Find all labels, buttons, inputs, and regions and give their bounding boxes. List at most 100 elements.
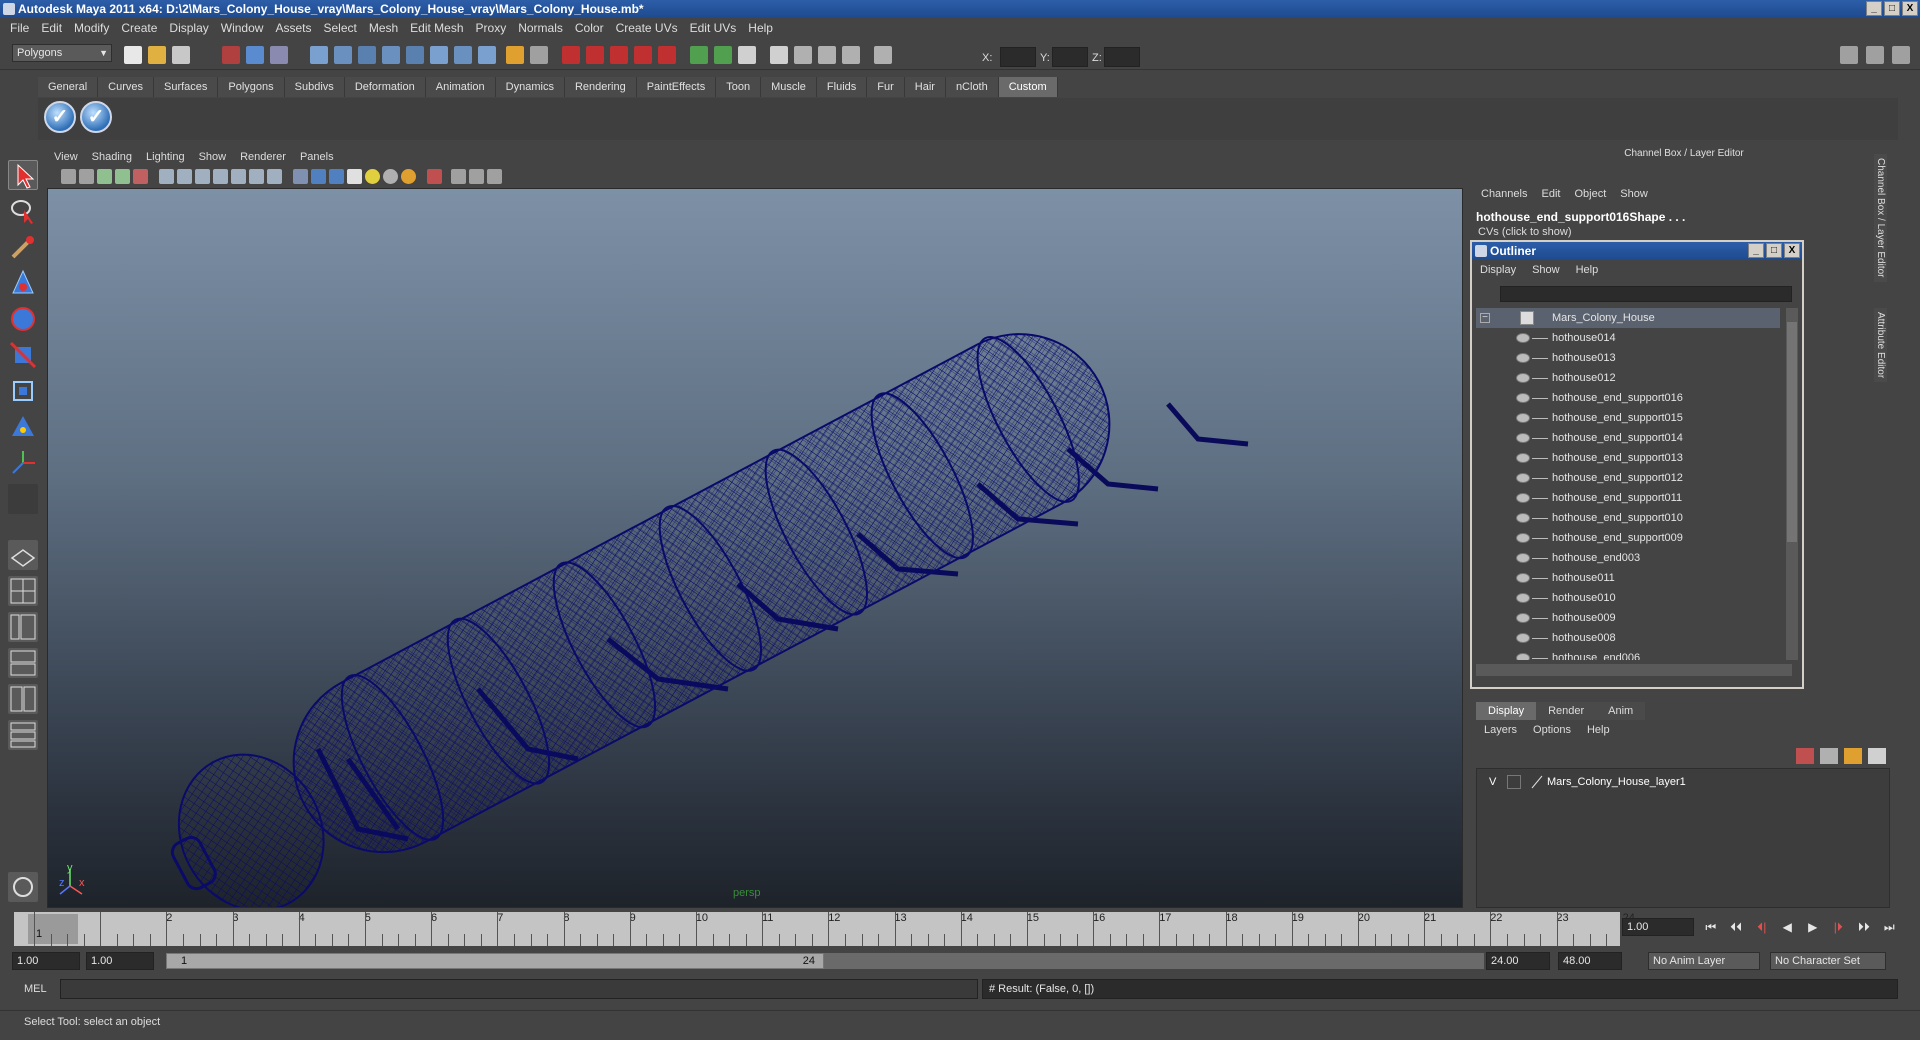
outliner-minimize-button[interactable]: _ <box>1748 243 1764 258</box>
play-backwards-button[interactable]: ◀ <box>1777 918 1799 936</box>
menu-normals[interactable]: Normals <box>512 21 569 35</box>
menu-select[interactable]: Select <box>317 21 362 35</box>
input-icon[interactable] <box>530 46 548 64</box>
outliner-scroll-thumb[interactable] <box>1787 322 1797 542</box>
outliner-item[interactable]: hothouse_end_support013 <box>1476 448 1780 468</box>
shelf-tab-deformation[interactable]: Deformation <box>344 77 426 97</box>
viewport-menu-view[interactable]: View <box>47 151 85 163</box>
shelf-tab-custom[interactable]: Custom <box>998 77 1058 97</box>
snap-grid-icon[interactable] <box>310 46 328 64</box>
shadows-icon[interactable] <box>383 169 398 184</box>
universal-manipulator-icon[interactable] <box>8 376 38 406</box>
viewport-menu-renderer[interactable]: Renderer <box>233 151 293 163</box>
viewport-menu-shading[interactable]: Shading <box>85 151 139 163</box>
shelf-tab-rendering[interactable]: Rendering <box>564 77 637 97</box>
show-manipulator-icon[interactable] <box>8 448 38 478</box>
camera-attributes-icon[interactable] <box>79 169 94 184</box>
select-hierarchy-icon[interactable] <box>222 46 240 64</box>
xray-joints-icon[interactable] <box>469 169 484 184</box>
isolate-select-icon[interactable] <box>427 169 442 184</box>
outliner-item[interactable]: hothouse011 <box>1476 568 1780 588</box>
new-layer-icon[interactable] <box>1796 748 1814 764</box>
outliner-item[interactable]: hothouse_end_support016 <box>1476 388 1780 408</box>
rotate-tool-icon[interactable] <box>8 304 38 334</box>
scale-tool-icon[interactable] <box>8 340 38 370</box>
channel-box-menu-channels[interactable]: Channels <box>1474 188 1534 200</box>
menu-display[interactable]: Display <box>163 21 214 35</box>
maximize-button[interactable]: □ <box>1884 1 1900 16</box>
smooth-shade-icon[interactable] <box>311 169 326 184</box>
outliner-item[interactable]: hothouse010 <box>1476 588 1780 608</box>
modeling-toolkit-icon[interactable] <box>8 872 38 902</box>
soft-modification-icon[interactable] <box>8 412 38 442</box>
outliner-item[interactable]: hothouse_end006 <box>1476 648 1780 660</box>
shelf-tab-painteffects[interactable]: PaintEffects <box>636 77 717 97</box>
layer-row[interactable]: V Mars_Colony_House_layer1 <box>1481 773 1881 791</box>
outliner-item[interactable]: hothouse013 <box>1476 348 1780 368</box>
persp-graph-layout-icon[interactable] <box>8 648 38 678</box>
render-icon[interactable] <box>562 46 580 64</box>
render-settings-icon[interactable] <box>610 46 628 64</box>
layer-type-toggle[interactable] <box>1507 775 1521 789</box>
textured-icon[interactable] <box>347 169 362 184</box>
animation-start-field[interactable]: 1.00 <box>12 952 80 970</box>
image-plane-icon[interactable] <box>115 169 130 184</box>
persp-graph-stack-layout-icon[interactable] <box>8 720 38 750</box>
playback-start-field[interactable]: 1.00 <box>86 952 154 970</box>
shelf-tab-hair[interactable]: Hair <box>904 77 946 97</box>
outliner-close-button[interactable]: X <box>1784 243 1800 258</box>
selected-node-name[interactable]: hothouse_end_support016Shape . . . <box>1476 210 1685 224</box>
menu-edit[interactable]: Edit <box>35 21 68 35</box>
single-perspective-layout-icon[interactable] <box>8 540 38 570</box>
step-forward-frame-button[interactable]: |⏵ <box>1828 918 1850 936</box>
hypershade-icon[interactable] <box>634 46 652 64</box>
outliner-item[interactable]: hothouse_end_support009 <box>1476 528 1780 548</box>
menu-edit-uvs[interactable]: Edit UVs <box>684 21 743 35</box>
layer-color-icon[interactable] <box>1531 775 1543 789</box>
open-scene-icon[interactable] <box>148 46 166 64</box>
menu-window[interactable]: Window <box>215 21 270 35</box>
shelf-tab-animation[interactable]: Animation <box>425 77 496 97</box>
menu-modify[interactable]: Modify <box>68 21 115 35</box>
side-tab-attribute-editor[interactable]: Attribute Editor <box>1874 308 1887 383</box>
four-view-layout-icon[interactable] <box>8 576 38 606</box>
lock-icon[interactable] <box>506 46 524 64</box>
shelf-tab-polygons[interactable]: Polygons <box>218 77 285 97</box>
shelf-tab-dynamics[interactable]: Dynamics <box>495 77 565 97</box>
close-button[interactable]: X <box>1902 1 1918 16</box>
shelf-tab-curves[interactable]: Curves <box>98 77 154 97</box>
channel-box-menu-show[interactable]: Show <box>1613 188 1655 200</box>
outliner-item[interactable]: hothouse_end_support015 <box>1476 408 1780 428</box>
shelf-tab-ncloth[interactable]: nCloth <box>945 77 999 97</box>
outliner-item[interactable]: hothouse_end_support010 <box>1476 508 1780 528</box>
time-slider[interactable]: 1 23456789101112131415161718192021222324 <box>14 912 1635 946</box>
viewport-menu-show[interactable]: Show <box>192 151 234 163</box>
menu-assets[interactable]: Assets <box>269 21 317 35</box>
grid-icon[interactable] <box>159 169 174 184</box>
snap-curve-icon[interactable] <box>334 46 352 64</box>
select-object-icon[interactable] <box>246 46 264 64</box>
outliner-maximize-button[interactable]: □ <box>1766 243 1782 258</box>
cvs-click-to-show[interactable]: CVs (click to show) <box>1478 226 1572 238</box>
resolution-gate-icon[interactable] <box>195 169 210 184</box>
outliner-icon[interactable] <box>842 46 860 64</box>
history-icon[interactable] <box>430 46 448 64</box>
shelf-tab-toon[interactable]: Toon <box>716 77 762 97</box>
y-field[interactable] <box>1052 47 1088 67</box>
layer-tab-anim[interactable]: Anim <box>1596 702 1646 720</box>
toggle-attribute-editor-icon[interactable] <box>1840 46 1858 64</box>
side-tab-channel-box[interactable]: Channel Box / Layer Editor <box>1874 154 1887 282</box>
play-forwards-button[interactable]: ▶ <box>1802 918 1824 936</box>
outliner-vertical-scrollbar[interactable] <box>1786 308 1798 660</box>
high-quality-icon[interactable] <box>401 169 416 184</box>
new-scene-icon[interactable] <box>124 46 142 64</box>
ipr-render-icon[interactable] <box>586 46 604 64</box>
go-to-start-button[interactable]: ⏮ <box>1700 918 1722 936</box>
panel-layout-icon[interactable] <box>690 46 708 64</box>
attribute-editor-icon[interactable] <box>738 46 756 64</box>
layer-menu-options[interactable]: Options <box>1525 724 1579 736</box>
layer-sort-icon[interactable] <box>1868 748 1886 764</box>
minimize-button[interactable]: _ <box>1866 1 1882 16</box>
outliner-item[interactable]: hothouse_end003 <box>1476 548 1780 568</box>
safe-action-icon[interactable] <box>249 169 264 184</box>
